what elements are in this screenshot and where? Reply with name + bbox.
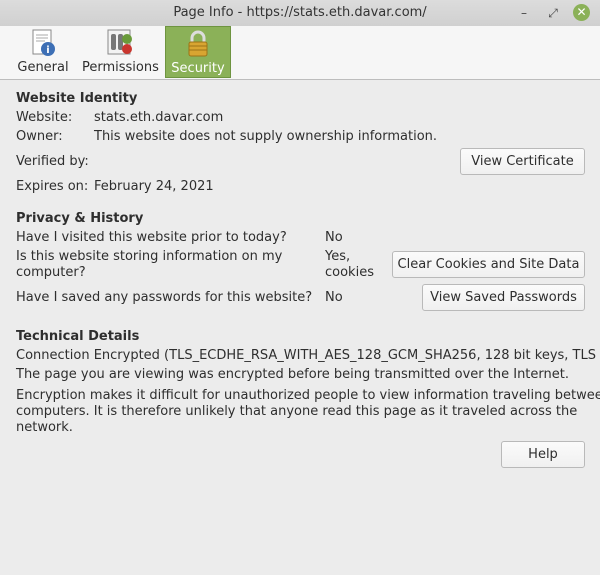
storing-answer-line2: cookies [325, 265, 374, 280]
help-button[interactable]: Help [501, 441, 585, 468]
website-identity-heading: Website Identity [16, 91, 138, 106]
connection-encrypted-text: Connection Encrypted (TLS_ECDHE_RSA_WITH… [16, 348, 600, 363]
view-saved-passwords-button[interactable]: View Saved Passwords [422, 284, 585, 311]
padlock-icon [188, 30, 208, 57]
website-value: stats.eth.davar.com [94, 110, 224, 125]
view-certificate-button[interactable]: View Certificate [460, 148, 585, 175]
storing-question-line1: Is this website storing information on m… [16, 249, 283, 264]
owner-value: This website does not supply ownership i… [94, 129, 438, 144]
encryption-explanation-line2: computers. It is therefore unlikely that… [16, 404, 578, 419]
expires-value: February 24, 2021 [94, 179, 214, 194]
info-page-icon: i [32, 29, 55, 56]
tab-permissions-label: Permissions [82, 60, 159, 75]
tab-permissions[interactable]: Permissions [82, 26, 159, 78]
svg-text:i: i [46, 45, 49, 56]
passwords-question: Have I saved any passwords for this webs… [16, 290, 313, 305]
storing-answer-line1: Yes, [325, 249, 351, 264]
storing-question-line2: computer? [16, 265, 86, 280]
tab-security[interactable]: Security [165, 26, 231, 78]
website-label: Website: [16, 110, 73, 125]
close-icon[interactable]: ✕ [573, 4, 590, 21]
expires-label: Expires on: [16, 179, 89, 194]
tab-general[interactable]: i General [15, 26, 71, 78]
visited-answer: No [325, 230, 343, 245]
encryption-explanation-line3: network. [16, 420, 73, 435]
privacy-history-heading: Privacy & History [16, 211, 144, 226]
owner-label: Owner: [16, 129, 63, 144]
verified-by-label: Verified by: [16, 154, 89, 169]
tab-security-label: Security [171, 61, 225, 76]
technical-details-heading: Technical Details [16, 329, 140, 344]
tab-toolbar: i General Permissions Security [0, 26, 600, 80]
clear-cookies-button[interactable]: Clear Cookies and Site Data [392, 251, 585, 278]
permissions-toggle-icon [107, 29, 132, 55]
minimize-icon[interactable]: – [515, 4, 533, 22]
title-bar: Page Info - https://stats.eth.davar.com/… [0, 0, 600, 27]
tab-general-label: General [17, 60, 69, 75]
page-encrypted-text: The page you are viewing was encrypted b… [16, 367, 569, 382]
visited-question: Have I visited this website prior to tod… [16, 230, 287, 245]
passwords-answer: No [325, 290, 343, 305]
encryption-explanation-line1: Encryption makes it difficult for unauth… [16, 388, 600, 403]
window-title: Page Info - https://stats.eth.davar.com/ [173, 5, 427, 20]
restore-icon[interactable]: ⤢ [544, 4, 562, 22]
